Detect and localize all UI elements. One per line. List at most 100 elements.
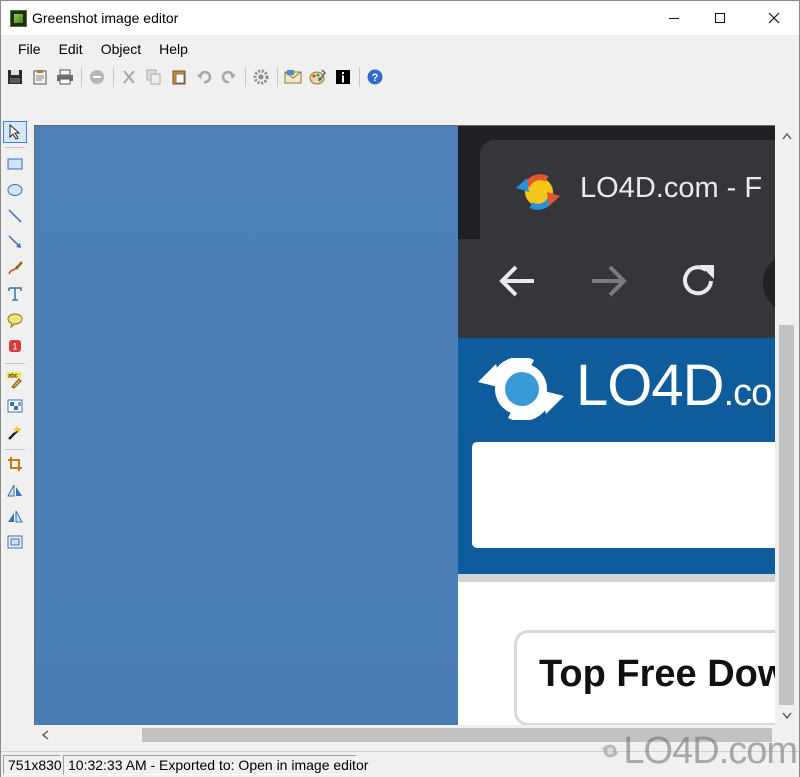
copy-icon (146, 69, 161, 85)
ellipse-icon (7, 184, 23, 196)
captured-omnibox-edge (763, 253, 775, 313)
svg-text:?: ? (372, 72, 379, 84)
delete-button[interactable] (85, 66, 109, 88)
paste-icon (172, 70, 186, 85)
highlight-tool[interactable]: abc (3, 369, 27, 391)
minimize-button[interactable] (651, 1, 697, 35)
resize-tool[interactable] (3, 531, 27, 553)
resize-icon (7, 535, 23, 549)
lo4d-logo-icon (478, 358, 564, 420)
highlight-icon: abc (7, 372, 22, 389)
lo4d-favicon-icon (516, 174, 560, 210)
text-tool[interactable] (3, 283, 27, 305)
vertical-scrollbar[interactable] (775, 125, 799, 725)
autocrop-tool[interactable] (3, 421, 27, 443)
svg-text:abc: abc (8, 374, 18, 380)
print-icon (57, 69, 73, 85)
captured-browser-window: LO4D.com - F LO4D.co Top Free Dow (458, 126, 775, 725)
freehand-tool[interactable] (3, 257, 27, 279)
obfuscate-tool[interactable] (3, 395, 27, 417)
cursor-icon (9, 124, 21, 140)
delete-icon (90, 70, 104, 84)
captured-desktop-background (35, 126, 458, 725)
print-button[interactable] (53, 66, 77, 88)
counter-tool[interactable]: 1 (3, 335, 27, 357)
undo-icon (197, 70, 212, 84)
open-in-paint-button[interactable] (306, 66, 330, 88)
ellipse-tool[interactable] (3, 179, 27, 201)
reload-icon (683, 265, 714, 296)
copy-button[interactable] (142, 66, 166, 88)
settings-icon (253, 69, 269, 85)
lo4d-watermark-logo-icon (601, 744, 619, 758)
maximize-icon (715, 13, 725, 23)
toolbar-separator (277, 67, 278, 87)
menu-edit[interactable]: Edit (50, 37, 92, 61)
paint-icon (309, 69, 326, 85)
redo-button[interactable] (217, 66, 241, 88)
line-tool[interactable] (3, 205, 27, 227)
toolbar-separator (81, 67, 82, 87)
window-title: Greenshot image editor (32, 10, 179, 26)
captured-content-card: Top Free Dow (514, 630, 775, 725)
speechbubble-tool[interactable] (3, 309, 27, 331)
help-icon: ? (367, 69, 383, 85)
site-name-suffix: .co (723, 372, 773, 414)
captured-browser-chrome: LO4D.com - F (458, 126, 775, 338)
captured-browser-navbar (458, 239, 775, 338)
rotate-left-icon (7, 484, 22, 497)
email-icon (284, 70, 302, 84)
menu-object[interactable]: Object (92, 37, 150, 61)
forward-arrow-icon (592, 265, 627, 297)
copy-to-clipboard-button[interactable] (28, 66, 52, 88)
scroll-up-button[interactable] (780, 129, 794, 143)
freehand-icon (8, 261, 23, 275)
email-button[interactable] (281, 66, 305, 88)
image-info-button[interactable] (331, 66, 355, 88)
scroll-down-button[interactable] (780, 709, 794, 723)
close-button[interactable] (751, 1, 797, 35)
cut-button[interactable] (117, 66, 141, 88)
tool-separator (5, 147, 25, 148)
rectangle-icon (7, 158, 23, 170)
tool-separator (5, 363, 25, 364)
menu-help[interactable]: Help (150, 37, 197, 61)
chevron-down-icon (782, 712, 792, 720)
greenshot-app-icon (10, 10, 27, 27)
maximize-button[interactable] (697, 1, 743, 35)
select-tool[interactable] (3, 121, 27, 143)
paste-button[interactable] (167, 66, 191, 88)
scroll-left-button[interactable] (38, 728, 52, 742)
captured-site-header: LO4D.co (458, 338, 775, 576)
arrow-icon (8, 235, 21, 248)
vertical-scroll-thumb[interactable] (779, 325, 794, 705)
text-icon (8, 287, 22, 301)
chevron-up-icon (782, 132, 792, 140)
save-button[interactable] (3, 66, 27, 88)
redo-icon (221, 70, 236, 84)
minimize-icon (669, 17, 679, 19)
help-button[interactable]: ? (363, 66, 387, 88)
menu-bar: File Edit Object Help (1, 37, 799, 61)
chevron-left-icon (41, 730, 49, 740)
crop-tool[interactable] (3, 453, 27, 475)
back-arrow-icon (499, 265, 534, 297)
speechbubble-icon (7, 313, 23, 328)
menu-file[interactable]: File (9, 37, 50, 61)
image-size-readout: 751x830 (3, 755, 62, 775)
captured-tab-title: LO4D.com - F (580, 172, 763, 204)
image-canvas[interactable]: LO4D.com - F LO4D.co Top Free Dow (34, 125, 775, 725)
lo4d-watermark: LO4D.com (601, 726, 798, 776)
settings-button[interactable] (249, 66, 273, 88)
arrow-tool[interactable] (3, 231, 27, 253)
counter-icon: 1 (9, 340, 21, 352)
rectangle-tool[interactable] (3, 153, 27, 175)
captured-site-name: LO4D.co (576, 352, 773, 419)
undo-button[interactable] (192, 66, 216, 88)
rotate-left-tool[interactable] (3, 479, 27, 501)
rotate-right-tool[interactable] (3, 505, 27, 527)
cut-icon (123, 70, 135, 84)
obfuscate-icon (7, 399, 23, 413)
toolbar-separator (113, 67, 114, 87)
greenshot-editor-window: Greenshot image editor File Edit Object … (0, 0, 800, 777)
